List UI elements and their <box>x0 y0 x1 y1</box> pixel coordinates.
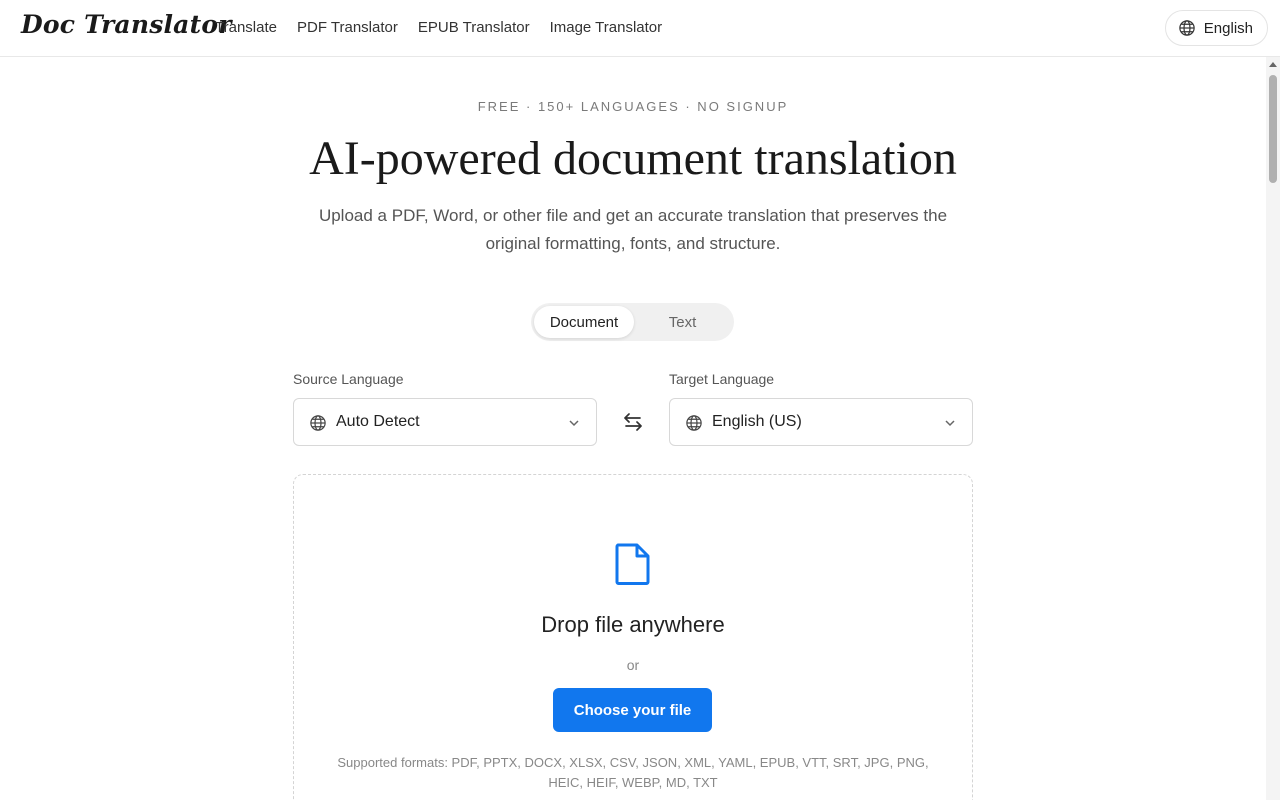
interface-language-button[interactable]: English <box>1164 10 1268 46</box>
chevron-down-icon <box>569 420 579 427</box>
swap-languages-icon[interactable] <box>621 410 645 434</box>
page-scrollbar[interactable] <box>1266 57 1280 800</box>
dropzone-or: or <box>626 657 640 673</box>
choose-file-button[interactable]: Choose your file <box>553 688 712 732</box>
target-language-value: English (US) <box>712 413 802 430</box>
source-language-select[interactable]: Auto Detect <box>293 398 597 446</box>
main-nav: Translate PDF Translator EPUB Translator… <box>215 19 662 36</box>
mode-toggle: Document Text <box>531 303 734 341</box>
dropzone-title: Drop file anywhere <box>541 612 725 637</box>
globe-icon <box>1179 20 1195 36</box>
logo[interactable]: Doc Translator <box>21 10 232 39</box>
tab-document[interactable]: Document <box>534 306 634 338</box>
site-header: Doc Translator Translate PDF Translator … <box>0 0 1280 57</box>
target-language-label: Target Language <box>669 371 775 387</box>
source-language-value: Auto Detect <box>336 413 420 430</box>
nav-pdf-translator[interactable]: PDF Translator <box>297 19 398 36</box>
page-title: AI-powered document translation <box>309 132 957 185</box>
page-subtitle: Upload a PDF, Word, or other file and ge… <box>318 206 948 253</box>
scroll-up-arrow-icon[interactable] <box>1269 62 1277 67</box>
hero-eyebrow: FREE · 150+ LANGUAGES · NO SIGNUP <box>477 99 789 114</box>
globe-icon <box>686 415 702 431</box>
nav-image-translator[interactable]: Image Translator <box>550 19 663 36</box>
chevron-down-icon <box>945 420 955 427</box>
supported-formats: Supported formats: PDF, PPTX, DOCX, XLSX… <box>337 755 929 790</box>
interface-language-label: English <box>1203 19 1253 37</box>
file-dropzone[interactable]: Drop file anywhere or Choose your file S… <box>293 474 973 800</box>
target-language-select[interactable]: English (US) <box>669 398 973 446</box>
tab-text[interactable]: Text <box>634 306 731 338</box>
nav-epub-translator[interactable]: EPUB Translator <box>418 19 530 36</box>
file-icon <box>615 543 650 585</box>
nav-translate[interactable]: Translate <box>215 19 277 36</box>
scroll-thumb[interactable] <box>1269 75 1277 183</box>
source-language-label: Source Language <box>293 371 404 387</box>
globe-icon <box>310 415 326 431</box>
